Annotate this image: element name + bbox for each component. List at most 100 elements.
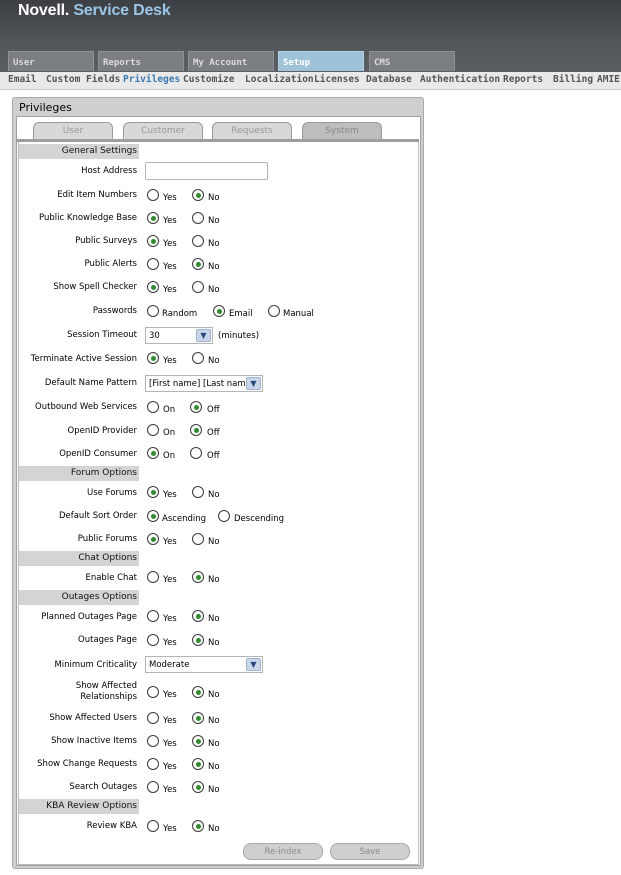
affected-users-no-label: No xyxy=(208,716,220,726)
search-outages-label: Search Outages xyxy=(69,782,137,792)
change-requests-no-radio[interactable] xyxy=(192,758,204,770)
public-surveys-yes-radio[interactable] xyxy=(147,235,159,247)
planned-outages-no-label: No xyxy=(208,614,220,624)
use-forums-yes-label: Yes xyxy=(163,490,177,500)
review-kba-yes-radio[interactable] xyxy=(147,820,159,832)
spell-checker-yes-radio[interactable] xyxy=(147,281,159,293)
subnav-email[interactable]: Email xyxy=(8,74,37,85)
use-forums-no-radio[interactable] xyxy=(192,486,204,498)
subnav-licenses[interactable]: Licenses xyxy=(314,74,360,85)
subnav-reports[interactable]: Reports xyxy=(503,74,543,85)
public-kb-no-radio[interactable] xyxy=(192,212,204,224)
section-tab-requests[interactable]: Requests xyxy=(212,122,292,139)
subnav-privileges[interactable]: Privileges xyxy=(123,74,180,85)
edit-item-numbers-no-radio[interactable] xyxy=(192,189,204,201)
affected-users-yes-radio[interactable] xyxy=(147,712,159,724)
subnav-amie[interactable]: AMIE xyxy=(597,74,620,85)
openid-provider-off-label: Off xyxy=(207,428,220,438)
public-alerts-no-radio[interactable] xyxy=(192,258,204,270)
spell-checker-label: Show Spell Checker xyxy=(53,282,137,292)
panel-title: Privileges xyxy=(19,101,72,114)
spell-checker-no-radio[interactable] xyxy=(192,281,204,293)
review-kba-no-radio[interactable] xyxy=(192,820,204,832)
outbound-ws-on-radio[interactable] xyxy=(147,401,159,413)
subnav-custom-fields[interactable]: Custom Fields xyxy=(46,74,120,85)
tab-cms[interactable]: CMS xyxy=(369,51,455,71)
terminate-session-label: Terminate Active Session xyxy=(30,354,137,364)
passwords-email-radio[interactable] xyxy=(213,305,225,317)
openid-consumer-off-radio[interactable] xyxy=(190,447,202,459)
section-tab-user[interactable]: User xyxy=(33,122,113,139)
outbound-ws-on-label: On xyxy=(163,405,176,415)
tab-user[interactable]: User xyxy=(8,51,94,71)
planned-outages-no-radio[interactable] xyxy=(192,610,204,622)
passwords-manual-label: Manual xyxy=(283,309,314,319)
sort-order-ascending-label: Ascending xyxy=(162,514,207,524)
outages-page-no-radio[interactable] xyxy=(192,634,204,646)
sort-order-ascending-radio[interactable] xyxy=(147,510,159,522)
terminate-session-yes-radio[interactable] xyxy=(147,352,159,364)
tab-setup[interactable]: Setup xyxy=(278,51,364,71)
use-forums-yes-radio[interactable] xyxy=(147,486,159,498)
chevron-down-icon: ▼ xyxy=(246,377,261,390)
public-forums-yes-radio[interactable] xyxy=(147,533,159,545)
affected-relationships-label-line2: Relationships xyxy=(80,692,137,702)
passwords-random-radio[interactable] xyxy=(147,305,159,317)
tab-my-account[interactable]: My Account xyxy=(188,51,274,71)
save-button[interactable]: Save xyxy=(330,843,410,860)
section-tab-customer[interactable]: Customer xyxy=(123,122,203,139)
subnav-billing[interactable]: Billing xyxy=(553,74,593,85)
public-forums-label: Public Forums xyxy=(77,534,137,544)
subnav-localization[interactable]: Localization xyxy=(245,74,314,85)
subnav-authentication[interactable]: Authentication xyxy=(420,74,500,85)
edit-item-numbers-yes-radio[interactable] xyxy=(147,189,159,201)
public-kb-label: Public Knowledge Base xyxy=(39,213,137,223)
affected-users-yes-label: Yes xyxy=(163,716,177,726)
use-forums-label: Use Forums xyxy=(87,488,137,498)
spell-checker-no-label: No xyxy=(208,285,220,295)
section-tab-system[interactable]: System xyxy=(302,122,382,139)
public-kb-no-label: No xyxy=(208,216,220,226)
public-kb-yes-label: Yes xyxy=(163,216,177,226)
openid-consumer-on-radio[interactable] xyxy=(147,447,159,459)
public-alerts-yes-radio[interactable] xyxy=(147,258,159,270)
enable-chat-yes-radio[interactable] xyxy=(147,571,159,583)
session-timeout-select[interactable]: 30 ▼ xyxy=(145,327,213,344)
outages-page-yes-label: Yes xyxy=(163,638,177,648)
inactive-items-yes-radio[interactable] xyxy=(147,735,159,747)
terminate-session-no-radio[interactable] xyxy=(192,352,204,364)
public-surveys-no-radio[interactable] xyxy=(192,235,204,247)
review-kba-label: Review KBA xyxy=(86,821,137,831)
outages-page-yes-radio[interactable] xyxy=(147,634,159,646)
search-outages-no-radio[interactable] xyxy=(192,781,204,793)
affected-relationships-no-radio[interactable] xyxy=(192,686,204,698)
search-outages-yes-radio[interactable] xyxy=(147,781,159,793)
affected-relationships-yes-radio[interactable] xyxy=(147,686,159,698)
change-requests-yes-radio[interactable] xyxy=(147,758,159,770)
openid-provider-on-radio[interactable] xyxy=(147,424,159,436)
change-requests-yes-label: Yes xyxy=(163,762,177,772)
tab-reports[interactable]: Reports xyxy=(98,51,184,71)
openid-consumer-label: OpenID Consumer xyxy=(59,449,137,459)
inactive-items-no-label: No xyxy=(208,739,220,749)
affected-users-no-radio[interactable] xyxy=(192,712,204,724)
reindex-button[interactable]: Re-index xyxy=(243,843,323,860)
host-address-input[interactable] xyxy=(145,162,268,180)
planned-outages-yes-radio[interactable] xyxy=(147,610,159,622)
public-forums-no-radio[interactable] xyxy=(192,533,204,545)
edit-item-numbers-yes-label: Yes xyxy=(163,193,177,203)
outages-page-label: Outages Page xyxy=(78,635,137,645)
change-requests-label: Show Change Requests xyxy=(37,759,137,769)
enable-chat-no-radio[interactable] xyxy=(192,571,204,583)
outbound-ws-off-radio[interactable] xyxy=(190,401,202,413)
min-criticality-select[interactable]: Moderate ▼ xyxy=(145,656,263,673)
public-surveys-label: Public Surveys xyxy=(75,236,137,246)
subnav-database[interactable]: Database xyxy=(366,74,412,85)
name-pattern-select[interactable]: [First name] [Last nam ▼ xyxy=(145,375,263,392)
subnav-customize[interactable]: Customize xyxy=(183,74,234,85)
passwords-manual-radio[interactable] xyxy=(268,305,280,317)
sort-order-descending-radio[interactable] xyxy=(218,510,230,522)
inactive-items-no-radio[interactable] xyxy=(192,735,204,747)
openid-provider-off-radio[interactable] xyxy=(190,424,202,436)
public-kb-yes-radio[interactable] xyxy=(147,212,159,224)
